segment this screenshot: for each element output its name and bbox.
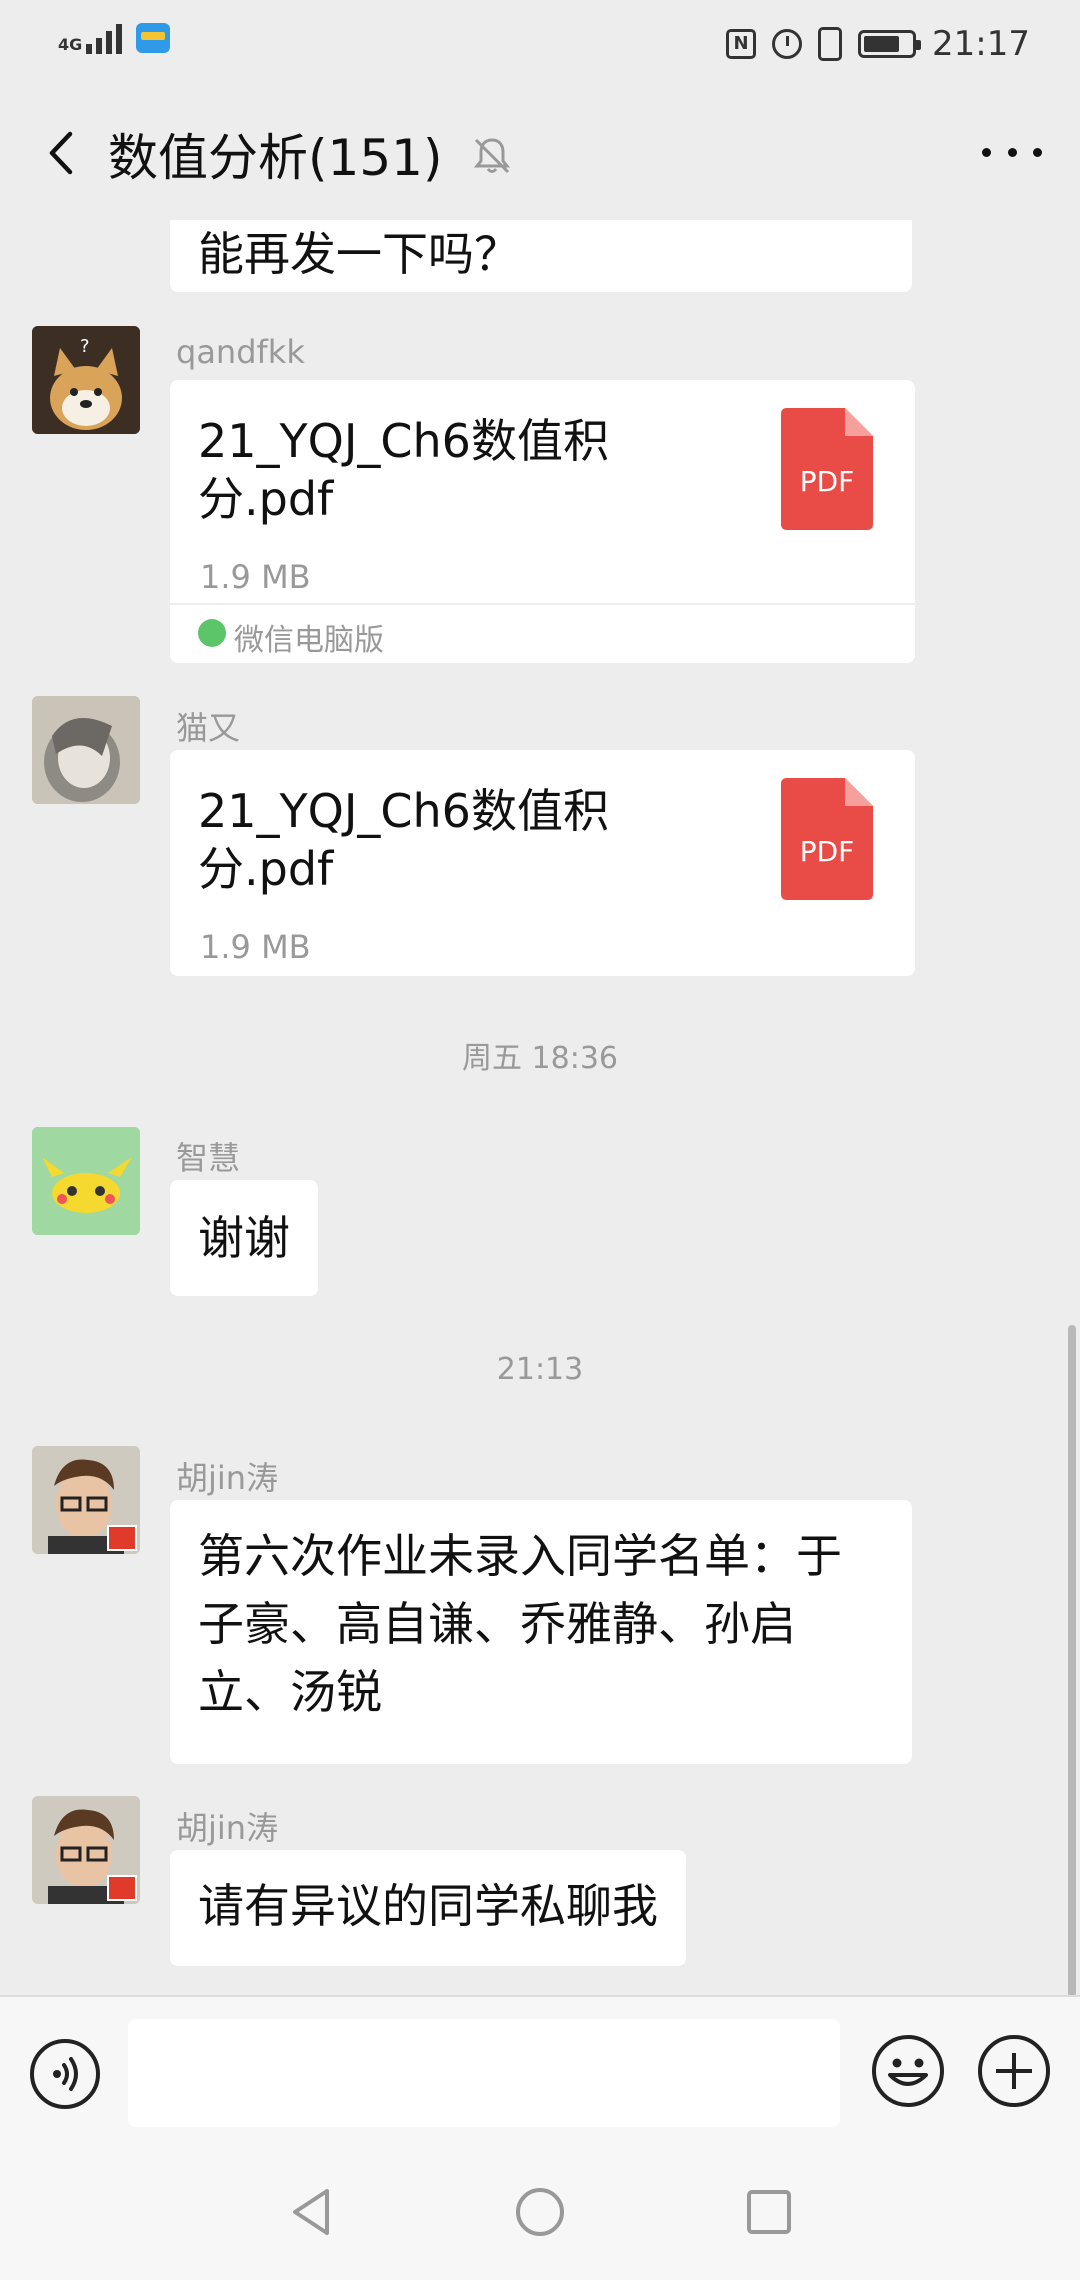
pdf-badge-label: PDF <box>800 835 855 868</box>
message-text: 第六次作业未录入同学名单：于子豪、高自谦、乔雅静、孙启立、汤锐 <box>198 1529 842 1719</box>
plus-icon[interactable] <box>976 2033 1052 2109</box>
message-input[interactable] <box>128 2019 840 2127</box>
emoji-icon[interactable] <box>870 2033 946 2109</box>
timestamp: 21:13 <box>496 1352 584 1387</box>
wallet-icon <box>136 23 171 53</box>
file-source: 微信电脑版 <box>234 623 384 658</box>
pdf-file-icon: PDF <box>781 778 873 900</box>
system-nav-bar <box>0 2155 1080 2280</box>
battery-icon <box>858 30 922 58</box>
avatar[interactable] <box>32 1446 140 1554</box>
pdf-badge-label: PDF <box>800 465 855 498</box>
file-message[interactable]: 21_YQJ_Ch6数值积分.pdf 1.9 MB PDF <box>170 750 915 976</box>
message-text: 谢谢 <box>198 1211 290 1265</box>
status-left: 4G <box>58 22 171 54</box>
file-message[interactable]: 21_YQJ_Ch6数值积分.pdf 1.9 MB PDF 微信电脑版 <box>170 380 915 663</box>
vibrate-icon <box>818 27 843 61</box>
alarm-icon <box>772 29 803 59</box>
nav-back-icon[interactable] <box>285 2185 339 2239</box>
chat-title[interactable]: 数值分析(151) <box>108 118 442 190</box>
status-time: 21:17 <box>932 24 1030 64</box>
voice-icon[interactable] <box>28 2037 102 2111</box>
pikachu-avatar-icon <box>32 1127 140 1235</box>
file-size: 1.9 MB <box>200 558 311 596</box>
more-icon[interactable] <box>982 132 1042 172</box>
chat-message-list[interactable]: 能再发一下吗？ ? qandfkk 21_YQJ_Ch6数值积分.pdf 1.9… <box>0 220 1080 1995</box>
sender-name: qandfkk <box>176 333 305 371</box>
avatar[interactable] <box>32 1127 140 1235</box>
signal-indicator: 4G <box>58 22 123 54</box>
sender-name: 胡jin涛 <box>176 1459 279 1497</box>
person-avatar-icon <box>32 1796 140 1904</box>
svg-text:?: ? <box>80 336 90 357</box>
chat-header: 数值分析(151) <box>0 90 1080 220</box>
message-bubble[interactable]: 第六次作业未录入同学名单：于子豪、高自谦、乔雅静、孙启立、汤锐 <box>170 1500 912 1764</box>
timestamp: 周五 18:36 <box>462 1041 618 1076</box>
message-bubble[interactable]: 谢谢 <box>170 1180 318 1296</box>
person-avatar-icon <box>32 1446 140 1554</box>
nav-home-icon[interactable] <box>513 2185 567 2239</box>
avatar[interactable]: ? <box>32 326 140 434</box>
cat-avatar-icon <box>32 696 140 804</box>
sender-name: 智慧 <box>176 1139 241 1177</box>
message-bubble[interactable]: 能再发一下吗？ <box>170 220 912 292</box>
signal-icon <box>86 22 123 54</box>
back-icon[interactable] <box>38 128 88 178</box>
message-bubble[interactable]: 请有异议的同学私聊我 <box>170 1850 686 1966</box>
mute-bell-icon <box>473 138 511 174</box>
status-right: N 21:17 <box>726 24 1030 64</box>
avatar[interactable] <box>32 696 140 804</box>
shiba-avatar-icon: ? <box>32 326 140 434</box>
network-type-label: 4G <box>58 35 83 54</box>
input-bar <box>0 1995 1080 2155</box>
avatar[interactable] <box>32 1796 140 1904</box>
file-source-footer: 微信电脑版 <box>170 603 915 663</box>
file-name: 21_YQJ_Ch6数值积分.pdf <box>198 784 609 896</box>
status-bar: 4G N 21:17 <box>0 0 1080 90</box>
sender-name: 胡jin涛 <box>176 1809 279 1847</box>
file-size: 1.9 MB <box>200 928 311 966</box>
nfc-icon: N <box>726 29 757 59</box>
message-text: 请有异议的同学私聊我 <box>198 1879 658 1933</box>
message-text: 能再发一下吗？ <box>198 227 520 281</box>
sender-name: 猫又 <box>176 709 241 747</box>
chat-scrollbar[interactable] <box>1068 1325 1076 1995</box>
nav-recent-icon[interactable] <box>742 2185 796 2239</box>
pdf-file-icon: PDF <box>781 408 873 530</box>
file-name: 21_YQJ_Ch6数值积分.pdf <box>198 414 609 526</box>
wechat-icon <box>198 619 226 647</box>
